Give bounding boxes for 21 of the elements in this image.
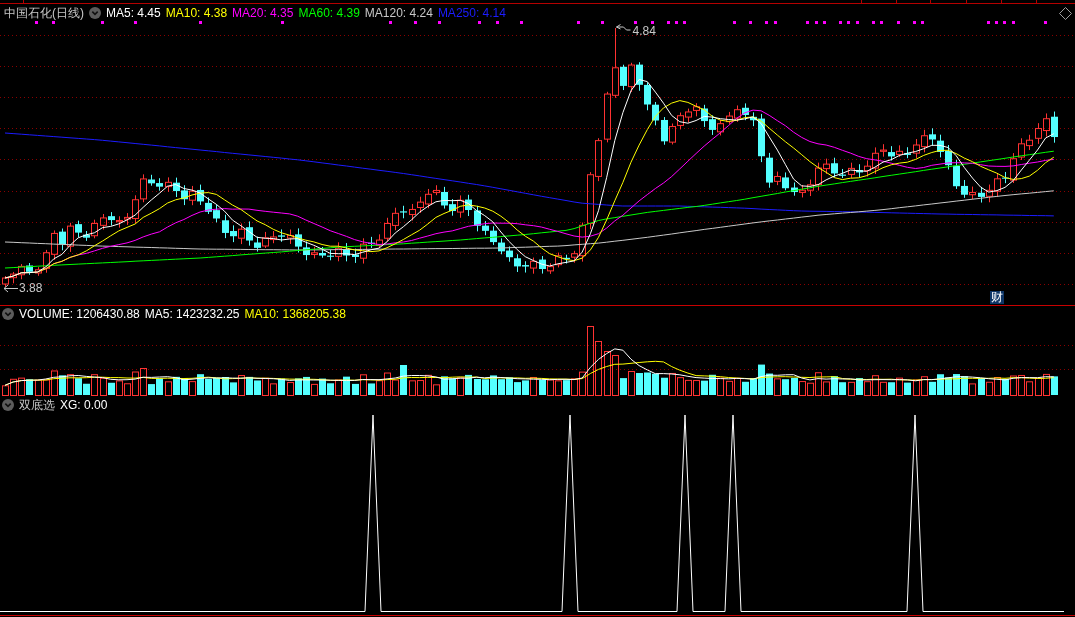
indicator-value: MA60: 4.39: [298, 6, 360, 20]
indicator-title: 双底选: [19, 398, 55, 412]
chevron-down-icon[interactable]: [89, 7, 101, 19]
leader-arrow: [616, 24, 631, 31]
indicator-value: MA20: 4.35: [232, 6, 294, 20]
price-label: 4.84: [632, 25, 656, 37]
indicator-value: MA10: 1368205.38: [244, 307, 346, 321]
chevron-down-icon[interactable]: [2, 399, 14, 411]
chevron-down-icon[interactable]: [2, 308, 14, 320]
price-label: 3.88: [19, 282, 43, 294]
indicator-value: VOLUME: 1206430.88: [19, 307, 140, 321]
indicator-value: MA10: 4.38: [165, 6, 228, 20]
finance-badge[interactable]: 财: [990, 291, 1004, 304]
stock-title: 中国石化(日线): [4, 6, 84, 20]
indicator-value: MA120: 4.24: [364, 6, 433, 20]
indicator-value: MA5: 1423232.25: [144, 307, 240, 321]
indicator-value: MA250: 4.14: [437, 6, 506, 20]
indicator-value: XG: 0.00: [60, 398, 108, 412]
diamond-icon[interactable]: [1059, 7, 1072, 20]
leader-arrow: [3, 284, 19, 293]
indicator-value: MA5: 4.45: [106, 6, 161, 20]
